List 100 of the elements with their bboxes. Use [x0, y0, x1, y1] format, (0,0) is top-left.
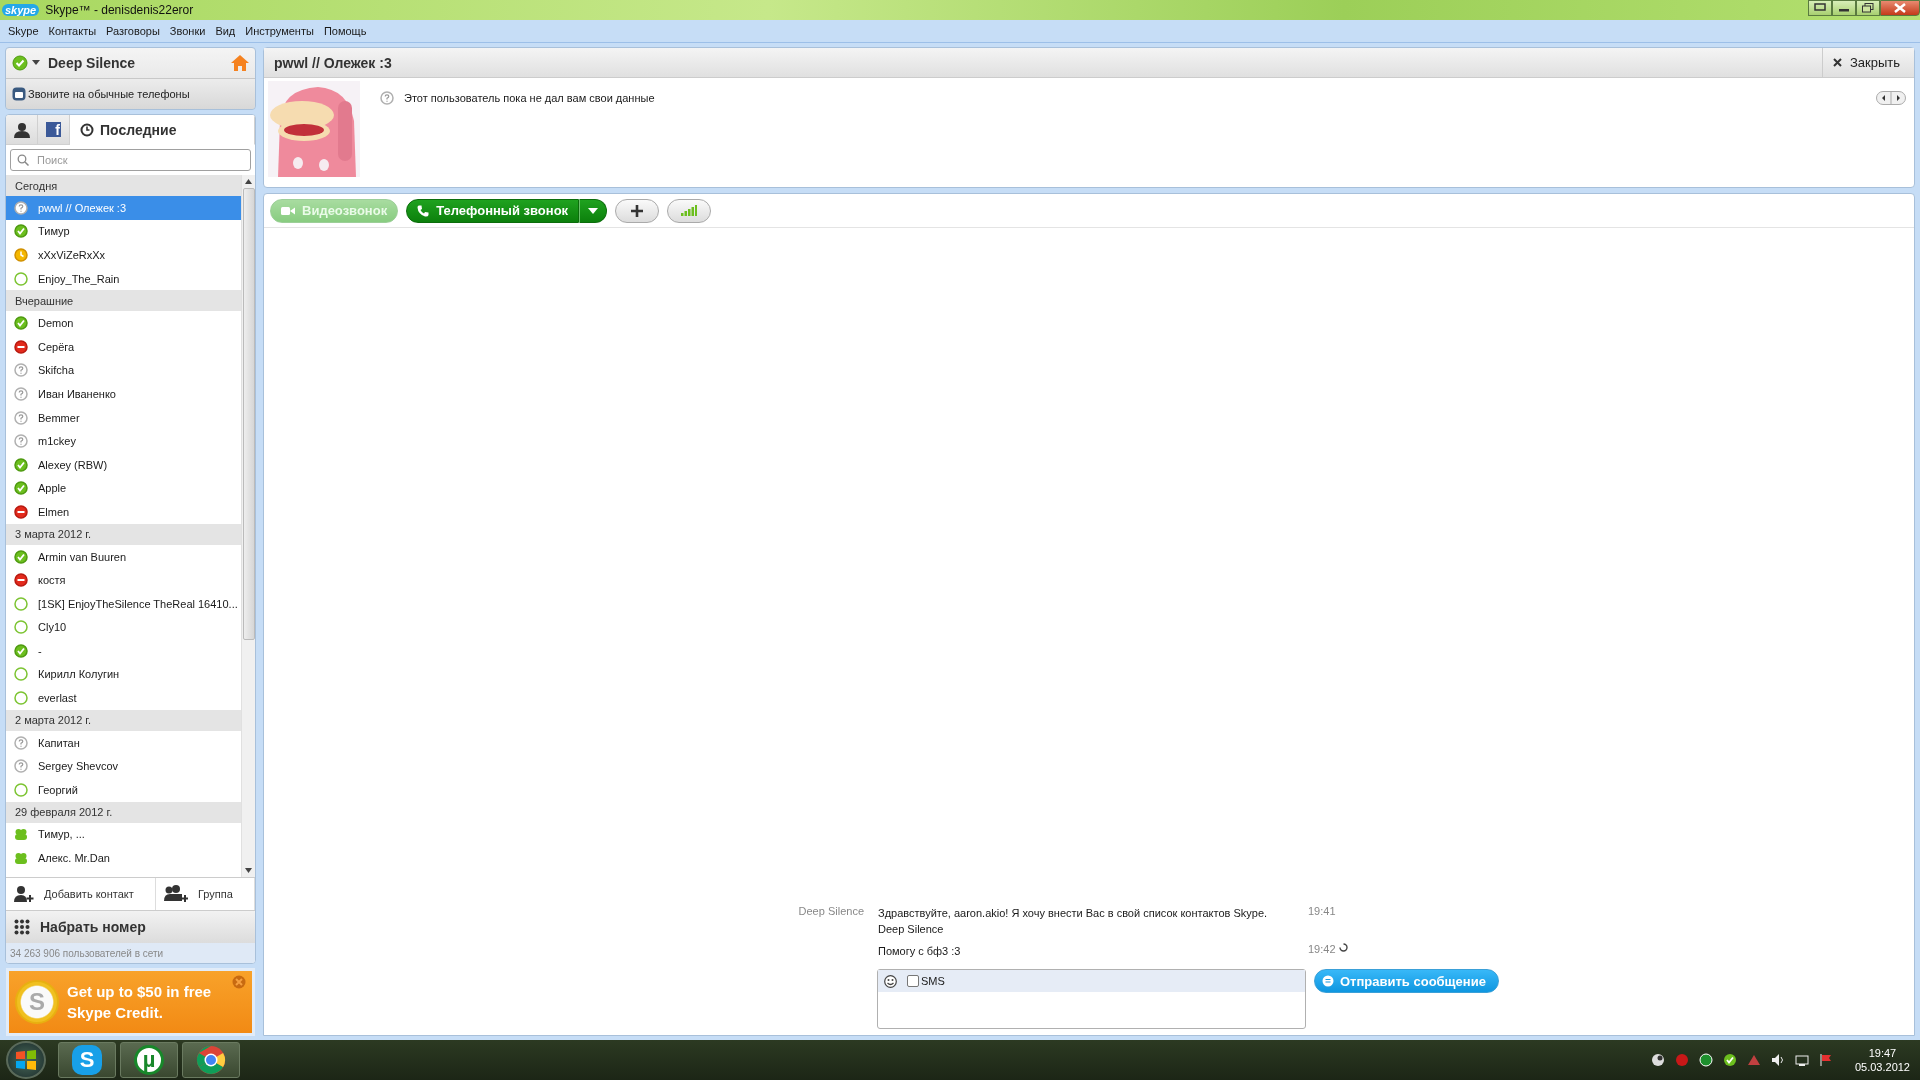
- group-header: 2 марта 2012 г.: [6, 709, 241, 731]
- torrent-taskbar-button[interactable]: µ: [120, 1042, 178, 1078]
- person-icon: [13, 121, 30, 138]
- contact-item[interactable]: Alexey (RBW): [6, 452, 241, 477]
- coin-icon: S: [15, 980, 59, 1024]
- browser-icon: [196, 1045, 226, 1075]
- search-field[interactable]: Поиск: [10, 149, 251, 171]
- contact-item[interactable]: Apple: [6, 476, 241, 501]
- menu-item[interactable]: Помощь: [318, 25, 372, 37]
- close-icon: [1832, 58, 1842, 67]
- contact-item[interactable]: Алекс. Mr.Dan: [6, 846, 241, 870]
- contact-item[interactable]: Тимур, ...: [6, 822, 241, 847]
- unknown-status-icon: [380, 91, 394, 105]
- flag-icon[interactable]: [1818, 1053, 1833, 1067]
- browser-taskbar-button[interactable]: [182, 1042, 240, 1078]
- facebook-tab[interactable]: f: [38, 115, 70, 145]
- contact-item[interactable]: Иван Иваненко: [6, 382, 241, 406]
- scrollbar[interactable]: [241, 175, 255, 877]
- phone-call-button[interactable]: Телефонный звонок: [406, 198, 580, 223]
- group-header: Сегодня: [6, 175, 241, 196]
- menu-item[interactable]: Разговоры: [101, 25, 165, 37]
- contact-item[interactable]: Demon: [6, 311, 241, 335]
- app-logo: skype: [2, 4, 40, 16]
- menu-item[interactable]: Вид: [210, 25, 241, 37]
- contact-item[interactable]: Серёга: [6, 334, 241, 359]
- window-icon: [1814, 3, 1826, 13]
- keypad-icon: [14, 919, 30, 935]
- contact-item[interactable]: Sergey Shevcov: [6, 754, 241, 779]
- windows-logo-icon: [15, 1049, 37, 1071]
- chat-bubble-icon: [1322, 975, 1334, 987]
- close-button[interactable]: [1880, 0, 1920, 16]
- maximize-button[interactable]: [1856, 0, 1880, 16]
- restore-icon: [1862, 3, 1874, 13]
- contact-item[interactable]: Armin van Buuren: [6, 544, 241, 569]
- message-text: Deep Silence: [878, 922, 945, 937]
- message-text: Здравствуйте, aaron.akio! Я хочу внести Вас в свой список контактов Skype.: [878, 906, 1269, 921]
- network-icon[interactable]: [1794, 1053, 1809, 1067]
- minimize-button[interactable]: [1832, 0, 1856, 16]
- contact-item[interactable]: Кирилл Колугин: [6, 662, 241, 687]
- status-icon[interactable]: [1722, 1053, 1737, 1067]
- clock-icon: [80, 122, 94, 137]
- window-title: Skype™ - denisdenis22eror: [45, 3, 194, 17]
- group-header: 29 февраля 2012 г.: [6, 801, 241, 823]
- caret-icon: [32, 60, 40, 66]
- call-phones-button[interactable]: Звоните на обычные телефоны: [6, 79, 255, 109]
- menu-item[interactable]: Инструменты: [240, 25, 319, 37]
- call-options-button[interactable]: [579, 198, 608, 223]
- signal-bars-icon: [681, 205, 698, 216]
- chat-title: pwwl // Олежек :3: [273, 54, 392, 71]
- menu-item[interactable]: Звонки: [164, 25, 211, 37]
- menu-item[interactable]: Контакты: [43, 25, 102, 37]
- contact-item[interactable]: костя: [6, 568, 241, 592]
- plus-icon: [631, 204, 644, 217]
- caret-icon: [588, 207, 599, 214]
- scroll-down-icon[interactable]: [245, 868, 252, 873]
- message-author: Deep Silence: [798, 905, 864, 917]
- contact-item[interactable]: Enjoy_The_Rain: [6, 266, 241, 291]
- tray-app-icon[interactable]: [1746, 1053, 1761, 1067]
- start-button[interactable]: [6, 1041, 46, 1079]
- contact-item[interactable]: Капитан: [6, 730, 241, 755]
- contact-item[interactable]: Георгий: [6, 778, 241, 802]
- profile-nav-buttons[interactable]: [1876, 91, 1906, 105]
- profile-name: Deep Silence: [48, 55, 136, 71]
- contact-item[interactable]: Skifcha: [6, 358, 241, 383]
- smiley-icon[interactable]: [884, 974, 897, 988]
- contact-item[interactable]: Bemmer: [6, 405, 241, 430]
- phone-icon: [12, 87, 26, 101]
- contact-item[interactable]: xXxViZeRxXx: [6, 243, 241, 267]
- sms-checkbox[interactable]: SMS: [907, 975, 945, 987]
- camera-icon: [281, 205, 295, 216]
- group-header: Вчерашние: [6, 290, 241, 312]
- message-time: 19:41: [1308, 905, 1336, 917]
- contacts-tab[interactable]: [6, 115, 38, 145]
- compact-view-button[interactable]: [1808, 0, 1832, 16]
- profile-info-text: Этот пользователь пока не дал вам свои данные: [404, 92, 655, 104]
- contact-item[interactable]: -: [6, 639, 241, 663]
- add-person-icon: [14, 885, 34, 903]
- dial-button[interactable]: Набрать номер: [6, 910, 255, 943]
- contact-item[interactable]: everlast: [6, 686, 241, 710]
- add-group-icon: [163, 885, 188, 903]
- promo-text: Get up to $50 in free Skype Credit.: [67, 982, 213, 1023]
- close-icon: [1893, 3, 1907, 13]
- contact-item[interactable]: [1SK] EnjoyTheSilence TheReal 16410...: [6, 591, 241, 616]
- contact-item[interactable]: Тимур: [6, 219, 241, 244]
- volume-icon[interactable]: [1770, 1053, 1785, 1067]
- group-header: 3 марта 2012 г.: [6, 523, 241, 545]
- contact-item[interactable]: m1ckey: [6, 429, 241, 453]
- menu-item[interactable]: Skype: [3, 25, 44, 37]
- contact-item[interactable]: Elmen: [6, 500, 241, 524]
- message-input-field[interactable]: SMS: [877, 969, 1306, 1029]
- close-chat-button[interactable]: Закрыть: [1821, 48, 1914, 77]
- tray-app-icon[interactable]: [1674, 1053, 1689, 1067]
- message-text: Помогу с бф3 :3: [878, 944, 962, 959]
- contact-item[interactable]: Cly10: [6, 615, 241, 640]
- message-time: 19:42: [1308, 943, 1336, 955]
- phone-icon: [417, 204, 430, 217]
- scroll-up-icon[interactable]: [245, 179, 252, 184]
- add-button[interactable]: [615, 198, 660, 223]
- taskbar-clock[interactable]: 19:47 05.03.2012: [1854, 1046, 1910, 1074]
- search-icon: [17, 154, 29, 166]
